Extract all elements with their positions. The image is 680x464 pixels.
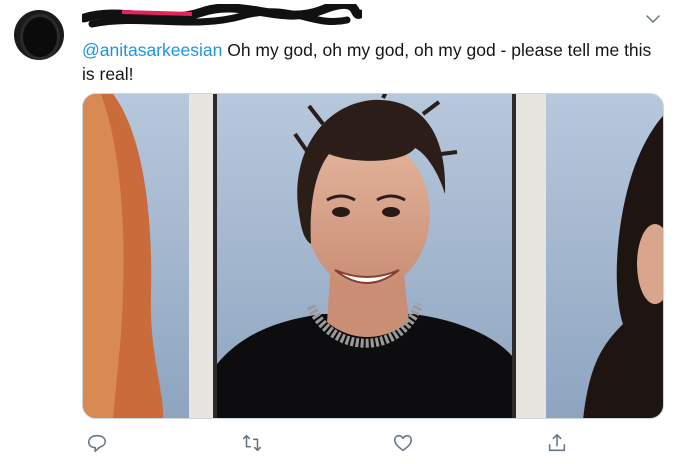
reply-button[interactable] bbox=[82, 428, 112, 458]
like-icon bbox=[393, 434, 413, 452]
share-icon bbox=[548, 433, 566, 452]
tweet-text: @anitasarkeesian Oh my god, oh my god, o… bbox=[82, 38, 662, 86]
like-button[interactable] bbox=[388, 428, 418, 458]
reply-icon bbox=[87, 434, 107, 453]
avatar[interactable] bbox=[14, 10, 64, 60]
tweet-actions bbox=[82, 428, 642, 458]
yearbook-photo bbox=[83, 94, 663, 418]
redacted-user-name bbox=[82, 4, 462, 30]
tweet: @anitasarkeesian Oh my god, oh my god, o… bbox=[0, 0, 680, 464]
share-button[interactable] bbox=[542, 428, 572, 458]
retweet-button[interactable] bbox=[237, 428, 267, 458]
tweet-photo[interactable] bbox=[82, 93, 664, 419]
mention-link[interactable]: @anitasarkeesian bbox=[82, 40, 222, 60]
retweet-icon bbox=[242, 434, 262, 452]
chevron-down-icon[interactable] bbox=[644, 10, 662, 28]
avatar-silhouette bbox=[20, 14, 60, 60]
redaction-scribble bbox=[82, 4, 362, 28]
